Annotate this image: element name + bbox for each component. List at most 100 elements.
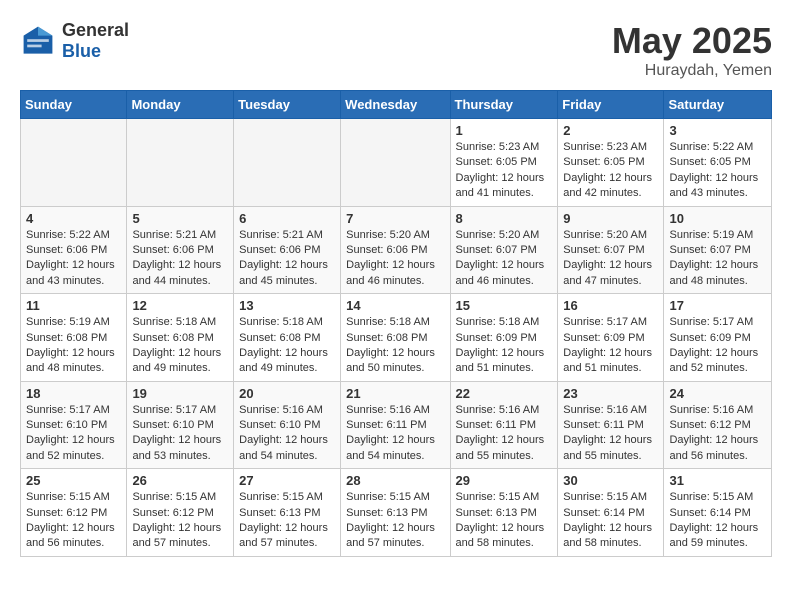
day-info: Sunrise: 5:16 AM Sunset: 6:10 PM Dayligh…	[239, 403, 335, 465]
calendar-cell: 21 Sunrise: 5:16 AM Sunset: 6:11 PM Dayli…	[341, 381, 450, 469]
calendar-cell: 14 Sunrise: 5:18 AM Sunset: 6:08 PM Dayli…	[341, 294, 450, 382]
day-info: Sunrise: 5:20 AM Sunset: 6:06 PM Dayligh…	[346, 228, 444, 290]
day-number: 25	[26, 473, 121, 488]
day-info: Sunrise: 5:19 AM Sunset: 6:07 PM Dayligh…	[669, 228, 766, 290]
month-title: May 2025	[612, 20, 772, 62]
calendar-cell	[234, 119, 341, 207]
calendar-cell: 15 Sunrise: 5:18 AM Sunset: 6:09 PM Dayli…	[450, 294, 558, 382]
logo-general: General	[62, 20, 129, 41]
day-info: Sunrise: 5:17 AM Sunset: 6:09 PM Dayligh…	[563, 315, 658, 377]
day-info: Sunrise: 5:15 AM Sunset: 6:13 PM Dayligh…	[239, 490, 335, 552]
day-number: 16	[563, 298, 658, 313]
calendar-cell: 6 Sunrise: 5:21 AM Sunset: 6:06 PM Daylig…	[234, 206, 341, 294]
logo-blue: Blue	[62, 41, 129, 62]
day-number: 14	[346, 298, 444, 313]
day-info: Sunrise: 5:15 AM Sunset: 6:13 PM Dayligh…	[456, 490, 553, 552]
calendar-cell: 22Sunrise: 5:16 AM Sunset: 6:11 PM Dayli…	[450, 381, 558, 469]
calendar-cell: 28Sunrise: 5:15 AM Sunset: 6:13 PM Dayli…	[341, 469, 450, 557]
day-info: Sunrise: 5:15 AM Sunset: 6:13 PM Dayligh…	[346, 490, 444, 552]
day-number: 8	[456, 211, 553, 226]
weekday-header-friday: Friday	[558, 91, 664, 119]
day-info: Sunrise: 5:15 AM Sunset: 6:12 PM Dayligh…	[132, 490, 228, 552]
calendar-cell: 29 Sunrise: 5:15 AM Sunset: 6:13 PM Dayli…	[450, 469, 558, 557]
calendar-cell: 9 Sunrise: 5:20 AM Sunset: 6:07 PM Daylig…	[558, 206, 664, 294]
calendar-cell: 25Sunrise: 5:15 AM Sunset: 6:12 PM Dayli…	[21, 469, 127, 557]
day-number: 2	[563, 123, 658, 138]
title-area: May 2025 Huraydah, Yemen	[612, 20, 772, 80]
weekday-header-wednesday: Wednesday	[341, 91, 450, 119]
location: Huraydah, Yemen	[612, 62, 772, 80]
day-number: 20	[239, 386, 335, 401]
day-number: 27	[239, 473, 335, 488]
calendar-cell: 3 Sunrise: 5:22 AM Sunset: 6:05 PM Daylig…	[664, 119, 772, 207]
week-row-2: 4 Sunrise: 5:22 AM Sunset: 6:06 PM Daylig…	[21, 206, 772, 294]
day-number: 9	[563, 211, 658, 226]
weekday-header-saturday: Saturday	[664, 91, 772, 119]
day-info: Sunrise: 5:22 AM Sunset: 6:06 PM Dayligh…	[26, 228, 121, 290]
day-info: Sunrise: 5:16 AM Sunset: 6:11 PM Dayligh…	[346, 403, 444, 465]
calendar-cell: 31Sunrise: 5:15 AM Sunset: 6:14 PM Dayli…	[664, 469, 772, 557]
calendar-cell: 18Sunrise: 5:17 AM Sunset: 6:10 PM Dayli…	[21, 381, 127, 469]
calendar-cell: 23Sunrise: 5:16 AM Sunset: 6:11 PM Dayli…	[558, 381, 664, 469]
week-row-4: 18Sunrise: 5:17 AM Sunset: 6:10 PM Dayli…	[21, 381, 772, 469]
day-info: Sunrise: 5:18 AM Sunset: 6:09 PM Dayligh…	[456, 315, 553, 377]
weekday-header-sunday: Sunday	[21, 91, 127, 119]
day-info: Sunrise: 5:18 AM Sunset: 6:08 PM Dayligh…	[346, 315, 444, 377]
day-info: Sunrise: 5:18 AM Sunset: 6:08 PM Dayligh…	[132, 315, 228, 377]
day-info: Sunrise: 5:19 AM Sunset: 6:08 PM Dayligh…	[26, 315, 121, 377]
day-info: Sunrise: 5:16 AM Sunset: 6:11 PM Dayligh…	[563, 403, 658, 465]
day-info: Sunrise: 5:15 AM Sunset: 6:14 PM Dayligh…	[563, 490, 658, 552]
day-number: 19	[132, 386, 228, 401]
calendar-cell: 4 Sunrise: 5:22 AM Sunset: 6:06 PM Daylig…	[21, 206, 127, 294]
day-info: Sunrise: 5:17 AM Sunset: 6:10 PM Dayligh…	[26, 403, 121, 465]
day-number: 12	[132, 298, 228, 313]
calendar-cell	[127, 119, 234, 207]
day-info: Sunrise: 5:16 AM Sunset: 6:12 PM Dayligh…	[669, 403, 766, 465]
day-info: Sunrise: 5:20 AM Sunset: 6:07 PM Dayligh…	[456, 228, 553, 290]
day-number: 4	[26, 211, 121, 226]
day-number: 17	[669, 298, 766, 313]
day-info: Sunrise: 5:17 AM Sunset: 6:09 PM Dayligh…	[669, 315, 766, 377]
calendar-cell: 7Sunrise: 5:20 AM Sunset: 6:06 PM Daylig…	[341, 206, 450, 294]
calendar-cell	[341, 119, 450, 207]
calendar-cell: 30 Sunrise: 5:15 AM Sunset: 6:14 PM Dayli…	[558, 469, 664, 557]
week-row-3: 11 Sunrise: 5:19 AM Sunset: 6:08 PM Dayli…	[21, 294, 772, 382]
day-info: Sunrise: 5:20 AM Sunset: 6:07 PM Dayligh…	[563, 228, 658, 290]
calendar-cell: 5 Sunrise: 5:21 AM Sunset: 6:06 PM Daylig…	[127, 206, 234, 294]
calendar: SundayMondayTuesdayWednesdayThursdayFrid…	[20, 90, 772, 557]
calendar-cell: 19 Sunrise: 5:17 AM Sunset: 6:10 PM Dayli…	[127, 381, 234, 469]
day-number: 15	[456, 298, 553, 313]
day-number: 29	[456, 473, 553, 488]
logo: General Blue	[20, 20, 129, 62]
day-info: Sunrise: 5:18 AM Sunset: 6:08 PM Dayligh…	[239, 315, 335, 377]
day-info: Sunrise: 5:17 AM Sunset: 6:10 PM Dayligh…	[132, 403, 228, 465]
day-number: 3	[669, 123, 766, 138]
day-number: 13	[239, 298, 335, 313]
day-info: Sunrise: 5:21 AM Sunset: 6:06 PM Dayligh…	[239, 228, 335, 290]
calendar-cell: 1 Sunrise: 5:23 AM Sunset: 6:05 PM Daylig…	[450, 119, 558, 207]
day-number: 30	[563, 473, 658, 488]
day-number: 6	[239, 211, 335, 226]
calendar-cell: 27 Sunrise: 5:15 AM Sunset: 6:13 PM Dayli…	[234, 469, 341, 557]
day-info: Sunrise: 5:22 AM Sunset: 6:05 PM Dayligh…	[669, 140, 766, 202]
day-info: Sunrise: 5:23 AM Sunset: 6:05 PM Dayligh…	[456, 140, 553, 202]
day-number: 31	[669, 473, 766, 488]
calendar-cell: 16 Sunrise: 5:17 AM Sunset: 6:09 PM Dayli…	[558, 294, 664, 382]
calendar-cell: 20 Sunrise: 5:16 AM Sunset: 6:10 PM Dayli…	[234, 381, 341, 469]
calendar-cell: 2 Sunrise: 5:23 AM Sunset: 6:05 PM Daylig…	[558, 119, 664, 207]
day-number: 26	[132, 473, 228, 488]
day-number: 1	[456, 123, 553, 138]
day-info: Sunrise: 5:21 AM Sunset: 6:06 PM Dayligh…	[132, 228, 228, 290]
day-number: 5	[132, 211, 228, 226]
calendar-cell: 26 Sunrise: 5:15 AM Sunset: 6:12 PM Dayli…	[127, 469, 234, 557]
day-number: 21	[346, 386, 444, 401]
calendar-cell: 8 Sunrise: 5:20 AM Sunset: 6:07 PM Daylig…	[450, 206, 558, 294]
day-info: Sunrise: 5:23 AM Sunset: 6:05 PM Dayligh…	[563, 140, 658, 202]
calendar-cell: 17 Sunrise: 5:17 AM Sunset: 6:09 PM Dayli…	[664, 294, 772, 382]
calendar-cell: 11 Sunrise: 5:19 AM Sunset: 6:08 PM Dayli…	[21, 294, 127, 382]
weekday-header-thursday: Thursday	[450, 91, 558, 119]
calendar-cell: 13 Sunrise: 5:18 AM Sunset: 6:08 PM Dayli…	[234, 294, 341, 382]
calendar-cell	[21, 119, 127, 207]
day-number: 11	[26, 298, 121, 313]
weekday-header-tuesday: Tuesday	[234, 91, 341, 119]
